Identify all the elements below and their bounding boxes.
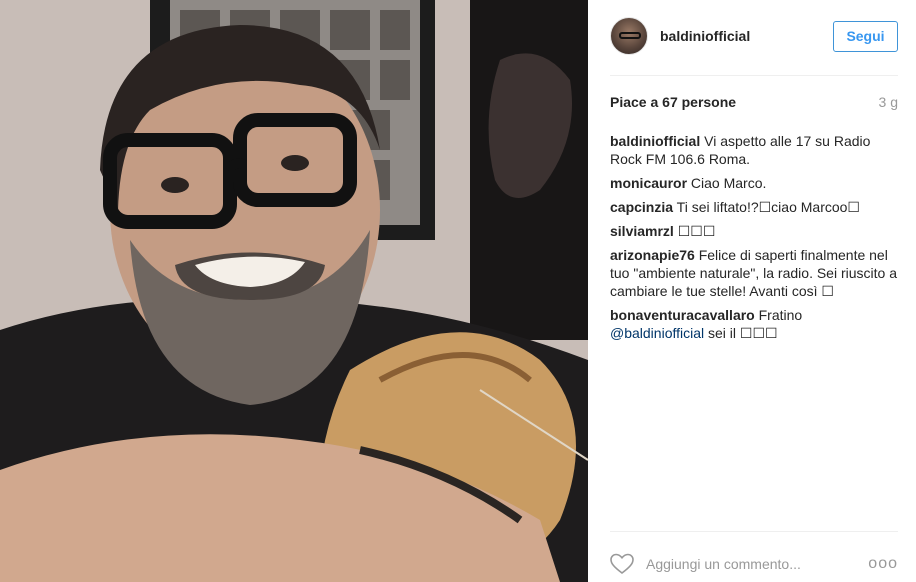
comment-username[interactable]: monicauror: [610, 175, 687, 191]
header-divider: [610, 75, 898, 76]
comment-item: monicauror Ciao Marco.: [610, 174, 900, 192]
likes-row: Piace a 67 persone 3 g: [610, 94, 898, 110]
comment-mention-link[interactable]: @baldiniofficial: [610, 325, 704, 341]
more-options-icon[interactable]: ooo: [868, 555, 898, 573]
comment-username[interactable]: capcinzia: [610, 199, 673, 215]
comment-bar: ooo: [610, 550, 898, 578]
comment-username[interactable]: baldiniofficial: [610, 133, 700, 149]
comment-username[interactable]: arizonapie76: [610, 247, 695, 263]
comment-text: Fratino: [758, 307, 803, 323]
follow-button[interactable]: Segui: [833, 20, 898, 52]
comment-item: bonaventuracavallaro Fratino @baldinioff…: [610, 306, 900, 342]
comment-text: Ciao Marco.: [690, 175, 767, 191]
comment-item: capcinzia Ti sei liftato!?☐ciao Marcoo☐: [610, 198, 900, 216]
comment-item: silviamrzl ☐☐☐: [610, 222, 900, 240]
comment-input[interactable]: [646, 556, 869, 572]
username-link[interactable]: baldiniofficial: [660, 28, 833, 44]
avatar[interactable]: [610, 17, 648, 55]
post-photo-illustration: [0, 0, 588, 582]
comment-username[interactable]: bonaventuracavallaro: [610, 307, 755, 323]
post-header: baldiniofficial Segui: [610, 16, 898, 56]
likes-count[interactable]: Piace a 67 persone: [610, 94, 736, 110]
post-age[interactable]: 3 g: [879, 94, 898, 110]
post-photo[interactable]: [0, 0, 588, 582]
comment-text: Ti sei liftato!?☐ciao Marcoo☐: [676, 199, 860, 215]
comment-item: baldiniofficial Vi aspetto alle 17 su Ra…: [610, 132, 900, 168]
heart-outline-icon[interactable]: [610, 553, 634, 575]
footer-divider: [610, 531, 898, 532]
comment-item: arizonapie76 Felice di saperti finalment…: [610, 246, 900, 300]
comments-list: baldiniofficial Vi aspetto alle 17 su Ra…: [610, 132, 900, 348]
comment-text-continued: sei il ☐☐☐: [704, 325, 778, 341]
comment-text: ☐☐☐: [677, 223, 716, 239]
post-panel: baldiniofficial Segui Piace a 67 persone…: [588, 0, 916, 582]
comment-username[interactable]: silviamrzl: [610, 223, 674, 239]
